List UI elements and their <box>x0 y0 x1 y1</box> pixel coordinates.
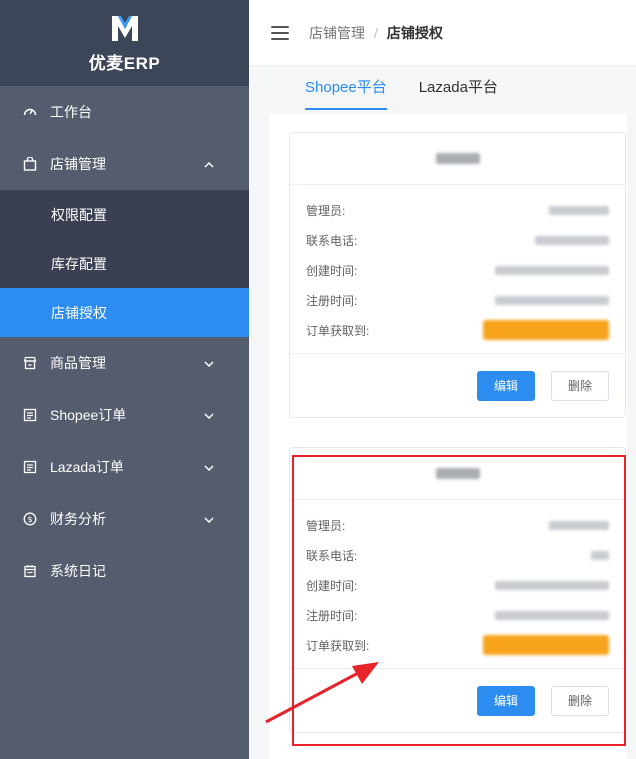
redacted-value <box>591 550 609 560</box>
logo-icon <box>110 13 140 43</box>
list-icon <box>22 407 38 423</box>
field-label-phone: 联系电话: <box>306 548 358 563</box>
field-label-registered: 注册时间: <box>306 608 358 623</box>
redacted-value <box>549 205 609 215</box>
field-label-created: 创建时间: <box>306 263 358 278</box>
redacted-store-name <box>435 153 480 164</box>
redacted-store-name <box>435 468 480 479</box>
chevron-down-icon <box>203 461 215 473</box>
sidebar-item-label: Shopee订单 <box>50 407 127 423</box>
breadcrumb-current: 店铺授权 <box>386 24 443 41</box>
store-card-body: 管理员: 联系电话: 创建时间: 注册时间: 订单获取到: <box>290 500 625 660</box>
sidebar-item-shopee-orders[interactable]: Shopee订单 <box>0 389 249 441</box>
sidebar-item-lazada-orders[interactable]: Lazada订单 <box>0 441 249 493</box>
field-label-admin: 管理员: <box>306 203 346 218</box>
tab-shopee[interactable]: Shopee平台 <box>305 76 387 112</box>
field-row: 管理员: <box>306 510 609 540</box>
field-label-registered: 注册时间: <box>306 293 358 308</box>
shopping-bag-icon <box>22 156 38 172</box>
hamburger-menu-icon[interactable] <box>271 25 289 40</box>
store-card-actions: 编辑 删除 <box>290 668 625 732</box>
redacted-value-highlighted <box>483 320 609 340</box>
field-label-admin: 管理员: <box>306 518 346 533</box>
redacted-value <box>495 295 609 305</box>
redacted-value <box>495 610 609 620</box>
field-row: 订单获取到: <box>306 630 609 660</box>
sidebar-item-label: 商品管理 <box>50 355 106 371</box>
field-row: 联系电话: <box>306 225 609 255</box>
field-row: 注册时间: <box>306 285 609 315</box>
top-header: 店铺管理 / 店铺授权 <box>249 0 636 66</box>
chevron-down-icon <box>203 513 215 525</box>
field-row: 订单获取到: <box>306 315 609 345</box>
sidebar-item-label: 财务分析 <box>50 511 106 527</box>
chevron-down-icon <box>203 409 215 421</box>
store-card-actions: 编辑 删除 <box>290 353 625 417</box>
redacted-value <box>495 265 609 275</box>
sidebar-item-label: 工作台 <box>50 104 92 120</box>
delete-button[interactable]: 删除 <box>550 685 609 716</box>
platform-tabs: Shopee平台 Lazada平台 <box>305 76 530 112</box>
sidebar-item-dashboard[interactable]: 工作台 <box>0 86 249 138</box>
field-label-created: 创建时间: <box>306 578 358 593</box>
sidebar-item-permission-config[interactable]: 权限配置 <box>0 190 249 239</box>
field-row: 联系电话: <box>306 540 609 570</box>
store-management-submenu: 权限配置 库存配置 <box>0 190 249 288</box>
field-row: 管理员: <box>306 195 609 225</box>
svg-text:$: $ <box>27 515 32 524</box>
store-card: 管理员: 联系电话: 创建时间: 注册时间: 订单获取到: 编辑 删除 <box>289 447 626 733</box>
field-row: 创建时间: <box>306 255 609 285</box>
store-card: 管理员: 联系电话: 创建时间: 注册时间: 订单获取到: 编辑 删除 <box>289 132 626 418</box>
field-label-order-fetch: 订单获取到: <box>306 638 370 653</box>
tab-lazada[interactable]: Lazada平台 <box>419 76 498 112</box>
sidebar-item-store-management[interactable]: 店铺管理 <box>0 138 249 190</box>
redacted-value <box>495 580 609 590</box>
field-label-phone: 联系电话: <box>306 233 358 248</box>
list-icon <box>22 459 38 475</box>
chevron-up-icon <box>203 158 215 170</box>
breadcrumb-separator: / <box>374 24 378 41</box>
delete-button[interactable]: 删除 <box>550 370 609 401</box>
sidebar-item-label: Lazada订单 <box>50 459 124 475</box>
edit-button[interactable]: 编辑 <box>476 685 535 716</box>
edit-button[interactable]: 编辑 <box>476 370 535 401</box>
app-name: 优麦ERP <box>88 53 161 73</box>
field-label-order-fetch: 订单获取到: <box>306 323 370 338</box>
store-icon <box>22 355 38 371</box>
store-card-title <box>290 133 625 185</box>
breadcrumb-parent[interactable]: 店铺管理 <box>309 23 365 43</box>
logo-area: 优麦ERP <box>0 0 249 86</box>
sidebar-item-store-authorization[interactable]: 店铺授权 <box>0 288 249 337</box>
sidebar-item-product-management[interactable]: 商品管理 <box>0 337 249 389</box>
redacted-value <box>549 520 609 530</box>
store-card-body: 管理员: 联系电话: 创建时间: 注册时间: 订单获取到: <box>290 185 625 345</box>
calendar-icon <box>22 563 38 579</box>
redacted-value-highlighted <box>483 635 609 655</box>
speedometer-icon <box>22 104 38 120</box>
sidebar-item-financial-analysis[interactable]: $ 财务分析 <box>0 493 249 545</box>
dollar-icon: $ <box>22 511 38 527</box>
field-row: 创建时间: <box>306 570 609 600</box>
chevron-down-icon <box>203 357 215 369</box>
sidebar-item-system-log[interactable]: 系统日记 <box>0 545 249 597</box>
sidebar-item-inventory-config[interactable]: 库存配置 <box>0 239 249 288</box>
store-card-title <box>290 448 625 500</box>
sidebar-item-label: 店铺管理 <box>50 156 106 172</box>
sidebar-item-label: 系统日记 <box>50 563 106 579</box>
field-row: 注册时间: <box>306 600 609 630</box>
sidebar: 优麦ERP 工作台 店铺管理 权限配置 库存配置 店铺授权 商品管理 Shope… <box>0 0 249 759</box>
redacted-value <box>535 235 609 245</box>
